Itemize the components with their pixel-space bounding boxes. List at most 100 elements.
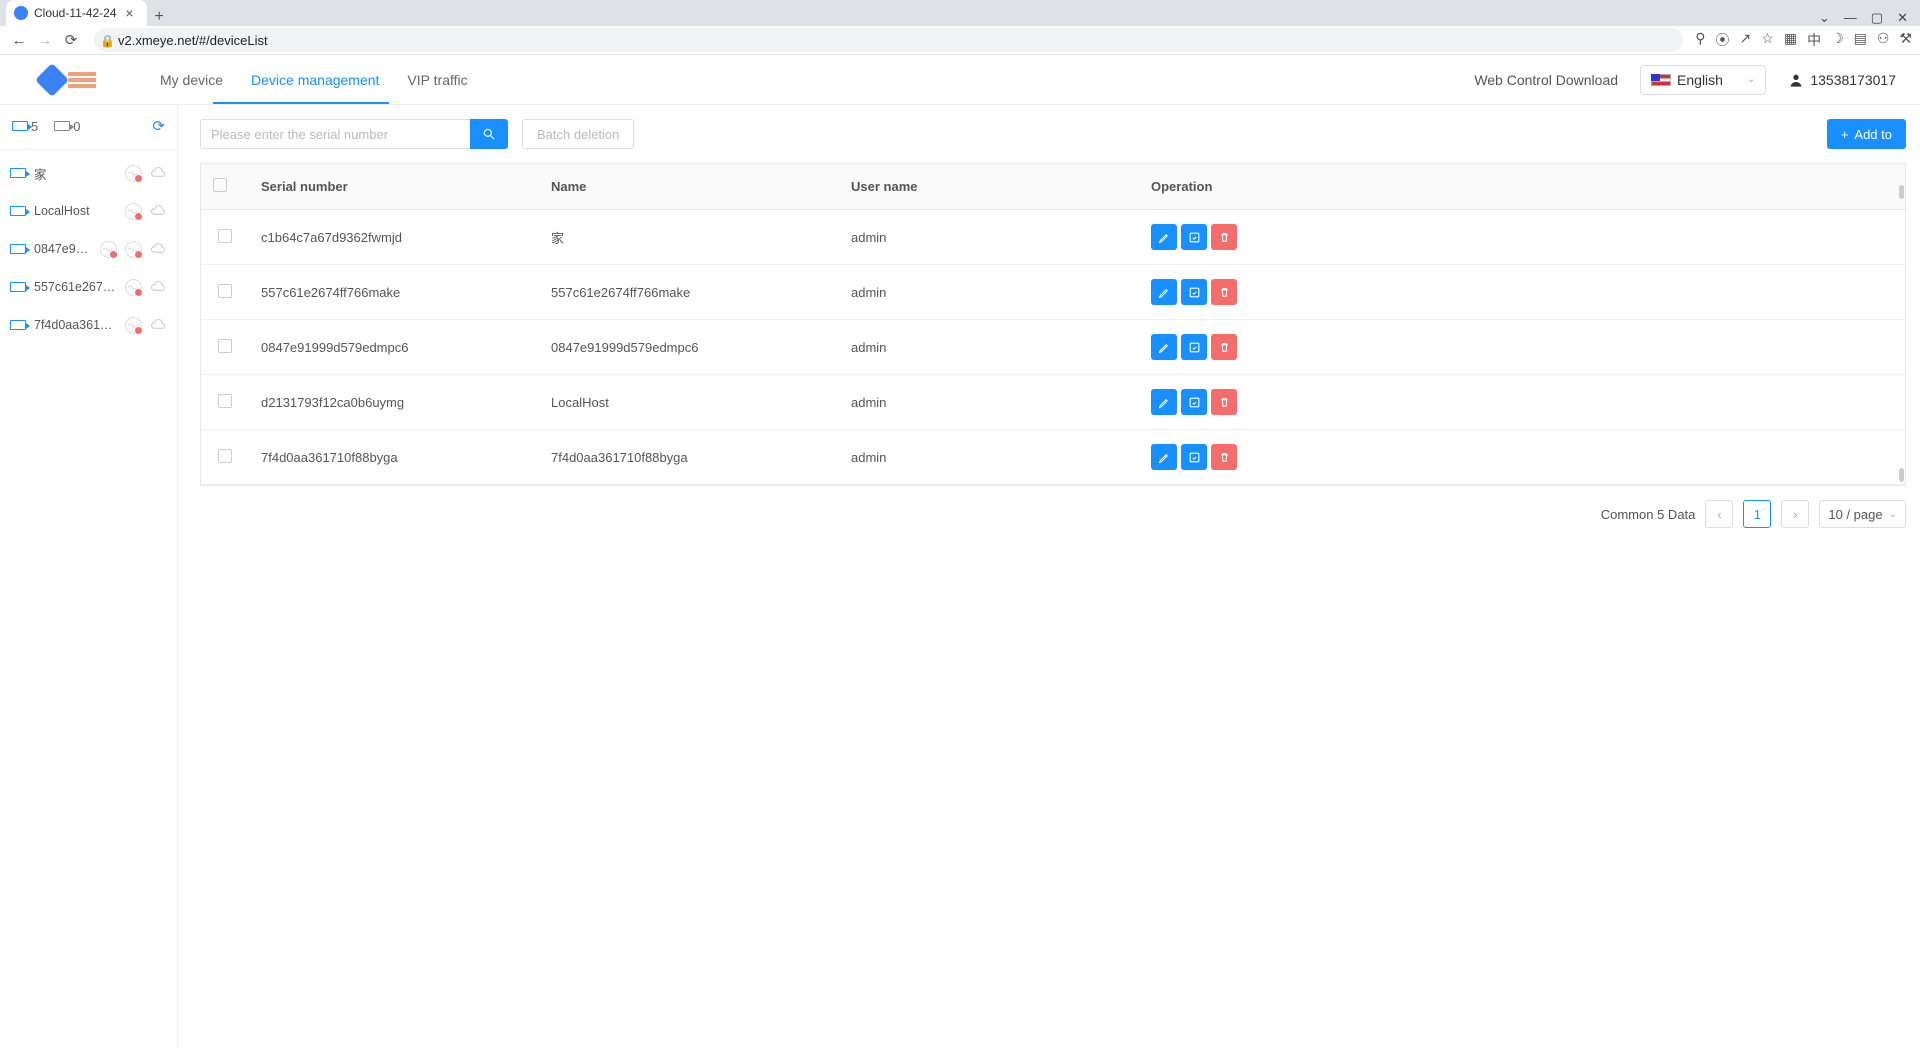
new-tab-button[interactable]: + — [147, 8, 172, 26]
delete-button[interactable] — [1211, 224, 1237, 250]
pagination-summary: Common 5 Data — [1601, 507, 1696, 522]
url-text: v2.xmeye.net/#/deviceList — [118, 33, 1683, 48]
chevron-down-icon[interactable]: ⌄ — [1819, 10, 1830, 26]
th-serial: Serial number — [249, 164, 539, 210]
extension-icon-2[interactable]: 中 — [1807, 30, 1821, 50]
language-select[interactable]: English ⌄ — [1640, 65, 1766, 95]
table-row: 557c61e2674ff766make557c61e2674ff766make… — [201, 265, 1905, 320]
row-checkbox[interactable] — [218, 229, 232, 243]
scroll-handle-top[interactable] — [1899, 185, 1904, 199]
tab-my-device[interactable]: My device — [160, 55, 223, 104]
maximize-icon[interactable]: ▢ — [1871, 10, 1883, 26]
status-badge — [125, 241, 142, 258]
close-window-icon[interactable]: ✕ — [1897, 10, 1908, 26]
edit-button[interactable] — [1151, 334, 1177, 360]
page-1-button[interactable]: 1 — [1743, 500, 1771, 528]
cell-user: admin — [839, 430, 1139, 485]
reload-button[interactable]: ⟳ — [60, 29, 82, 51]
delete-button[interactable] — [1211, 444, 1237, 470]
table-row: 7f4d0aa361710f88byga7f4d0aa361710f88byga… — [201, 430, 1905, 485]
cell-operation — [1139, 320, 1905, 375]
rename-button[interactable] — [1181, 224, 1207, 250]
edit-button[interactable] — [1151, 389, 1177, 415]
url-field[interactable]: 🔒 v2.xmeye.net/#/deviceList — [94, 28, 1683, 52]
share-icon[interactable]: ↗ — [1740, 30, 1752, 50]
table-container: Serial number Name User name Operation c… — [200, 163, 1906, 486]
chevron-down-icon: ⌄ — [1747, 74, 1755, 85]
th-name: Name — [539, 164, 839, 210]
star-icon[interactable]: ☆ — [1761, 30, 1774, 50]
delete-button[interactable] — [1211, 389, 1237, 415]
scroll-handle-bottom[interactable] — [1899, 468, 1904, 482]
theme-icon[interactable]: ☽ — [1831, 30, 1844, 50]
browser-tab[interactable]: Cloud-11-42-24 × — [6, 0, 147, 26]
status-badge — [100, 241, 117, 258]
minimize-icon[interactable]: — — [1844, 10, 1857, 26]
select-all-checkbox[interactable] — [213, 178, 227, 192]
batch-delete-button[interactable]: Batch deletion — [522, 119, 634, 149]
tab-label: Device management — [251, 72, 379, 88]
rename-button[interactable] — [1181, 334, 1207, 360]
next-page-button[interactable]: › — [1781, 500, 1809, 528]
app-body: 5 0 ⟳ 家LocalHost0847e91999d5...557c61e26… — [0, 105, 1920, 1048]
cloud-icon — [150, 317, 167, 334]
search-input[interactable] — [200, 119, 470, 149]
cell-operation — [1139, 430, 1905, 485]
header-right: Web Control Download English ⌄ 135381730… — [1474, 65, 1896, 95]
menu-icon[interactable]: ⚒ — [1899, 30, 1912, 50]
tab-vip-traffic[interactable]: VIP traffic — [407, 55, 467, 104]
cell-name: LocalHost — [539, 375, 839, 430]
sidebar-item[interactable]: LocalHost — [0, 192, 177, 230]
sidebar-item[interactable]: 557c61e2674ff... — [0, 268, 177, 306]
add-to-button[interactable]: + Add to — [1827, 119, 1906, 149]
tab-favicon-icon — [14, 6, 28, 20]
extension-icon-3[interactable]: ▤ — [1854, 30, 1867, 50]
camera-online-icon — [12, 121, 28, 131]
sidebar-item[interactable]: 家 — [0, 154, 177, 192]
row-checkbox[interactable] — [218, 284, 232, 298]
sidebar-item[interactable]: 0847e91999d5... — [0, 230, 177, 268]
tab-device-management[interactable]: Device management — [251, 55, 379, 104]
cell-name: 557c61e2674ff766make — [539, 265, 839, 320]
sidebar-item-label: 0847e91999d5... — [34, 242, 92, 256]
edit-button[interactable] — [1151, 444, 1177, 470]
edit-square-icon — [1188, 286, 1201, 299]
th-operation: Operation — [1139, 164, 1905, 210]
sidebar-item-label: 7f4d0aa361710... — [34, 318, 117, 332]
edit-button[interactable] — [1151, 279, 1177, 305]
prev-page-button[interactable]: ‹ — [1705, 500, 1733, 528]
online-count: 5 — [12, 119, 38, 134]
extension-icon[interactable]: ▦ — [1784, 30, 1797, 50]
profile-icon[interactable]: ⚇ — [1877, 30, 1890, 50]
back-button[interactable]: ← — [8, 29, 30, 51]
row-checkbox[interactable] — [218, 394, 232, 408]
row-checkbox[interactable] — [218, 339, 232, 353]
edit-button[interactable] — [1151, 224, 1177, 250]
row-checkbox[interactable] — [218, 449, 232, 463]
status-badge — [125, 317, 142, 334]
rename-button[interactable] — [1181, 444, 1207, 470]
tab-strip: Cloud-11-42-24 × + ⌄ — ▢ ✕ — [0, 0, 1920, 26]
search-button[interactable] — [470, 119, 508, 149]
forward-button[interactable]: → — [34, 29, 56, 51]
key-icon[interactable]: ⚲ — [1695, 30, 1705, 50]
rename-button[interactable] — [1181, 279, 1207, 305]
sidebar-item-label: 557c61e2674ff... — [34, 280, 117, 294]
delete-button[interactable] — [1211, 279, 1237, 305]
web-control-download-link[interactable]: Web Control Download — [1474, 72, 1618, 88]
search-wrap — [200, 119, 508, 149]
tab-close-icon[interactable]: × — [123, 6, 137, 20]
offline-count: 0 — [54, 119, 80, 134]
translate-icon[interactable]: ⦿ — [1716, 30, 1730, 50]
app-logo-icon[interactable] — [40, 64, 100, 96]
offline-count-value: 0 — [73, 119, 80, 134]
table-row: 0847e91999d579edmpc60847e91999d579edmpc6… — [201, 320, 1905, 375]
camera-icon — [10, 168, 26, 178]
page-size-select[interactable]: 10 / page ⌄ — [1819, 500, 1906, 528]
refresh-button[interactable]: ⟳ — [152, 117, 165, 135]
flag-us-icon — [1651, 74, 1671, 86]
rename-button[interactable] — [1181, 389, 1207, 415]
delete-button[interactable] — [1211, 334, 1237, 360]
user-button[interactable]: 13538173017 — [1788, 72, 1896, 88]
sidebar-item[interactable]: 7f4d0aa361710... — [0, 306, 177, 344]
